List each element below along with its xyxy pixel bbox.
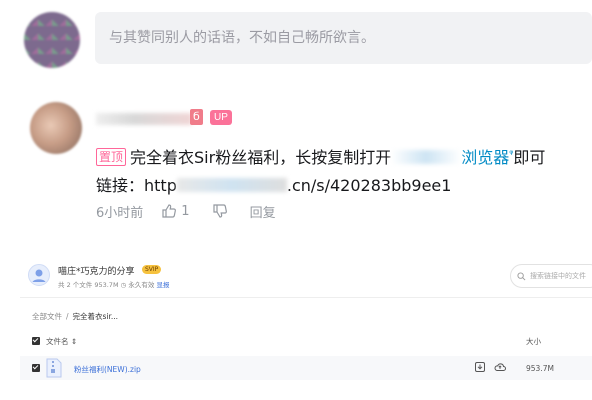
search-keyword-link[interactable]: 浏览器 <box>461 148 509 167</box>
share-search-box[interactable]: 搜索链接中的文件 <box>510 264 592 288</box>
svip-badge: SVIP <box>142 265 162 274</box>
zip-file-icon <box>46 358 62 378</box>
comment-text-part2: 即可 <box>513 148 546 167</box>
file-name-link[interactable]: 粉丝福利(NEW).zip <box>74 364 141 375</box>
commenter-username-blurred[interactable] <box>96 113 192 125</box>
link-prefix: 链接：http <box>96 176 177 195</box>
reply-button[interactable]: 回复 <box>250 202 276 221</box>
username-suffix: б <box>190 109 203 125</box>
comment-meta: 6小时前 1 回复 <box>96 201 276 221</box>
commenter-avatar[interactable] <box>30 102 82 154</box>
select-all-checkbox[interactable] <box>32 337 40 345</box>
breadcrumb: 全部文件 / 完全着衣sir... <box>32 311 118 322</box>
download-icon[interactable] <box>474 361 486 373</box>
pinned-tag: 置顶 <box>96 148 127 166</box>
comment-time: 6小时前 <box>96 205 144 221</box>
table-row[interactable]: 粉丝福利(NEW).zip 953.7M <box>20 356 592 380</box>
file-size: 953.7M <box>526 364 554 373</box>
like-count: 1 <box>181 203 190 219</box>
share-owner-avatar <box>28 264 50 286</box>
breadcrumb-separator: / <box>66 312 69 321</box>
share-validity: 永久有效 <box>128 281 155 289</box>
comment-input[interactable] <box>107 29 581 47</box>
share-file-count: 共 2 个文件 953.7M <box>58 281 119 289</box>
breadcrumb-current: 完全着衣sir... <box>72 312 119 321</box>
blurred-text <box>391 150 462 164</box>
row-checkbox[interactable] <box>32 364 40 372</box>
breadcrumb-root[interactable]: 全部文件 <box>32 312 62 321</box>
comment-text-part1: 完全着衣Sir粉丝福利，长按复制打开 <box>130 148 392 167</box>
clock-icon: ◷ <box>120 281 127 289</box>
blurred-link-part <box>176 178 287 192</box>
link-suffix: .cn/s/420283bb9ee1 <box>286 176 452 195</box>
column-size: 大小 <box>526 337 541 346</box>
cloud-save-icon[interactable] <box>494 361 506 373</box>
thumbs-up-icon[interactable] <box>161 203 177 219</box>
divider <box>20 297 592 298</box>
file-table-header: 文件名 ⇕ 大小 <box>20 334 592 348</box>
report-link[interactable]: 显报 <box>156 281 169 289</box>
comment-input-box[interactable] <box>95 12 592 64</box>
share-title: 喵庄*巧克力的分享 <box>58 267 135 277</box>
column-filename[interactable]: 文件名 ⇕ <box>46 336 77 347</box>
thumbs-down-icon[interactable] <box>212 203 228 219</box>
up-badge: UP <box>210 110 232 125</box>
share-info: 共 2 个文件 953.7M ◷ 永久有效 显报 <box>58 279 169 289</box>
comment-content: 置顶 完全着衣Sir粉丝福利，长按复制打开 浏览器ᵠ即可 链接：http .cn/s/… <box>96 141 576 200</box>
search-icon <box>517 271 526 280</box>
share-search-placeholder: 搜索链接中的文件 <box>530 272 586 280</box>
current-user-avatar <box>24 12 80 68</box>
